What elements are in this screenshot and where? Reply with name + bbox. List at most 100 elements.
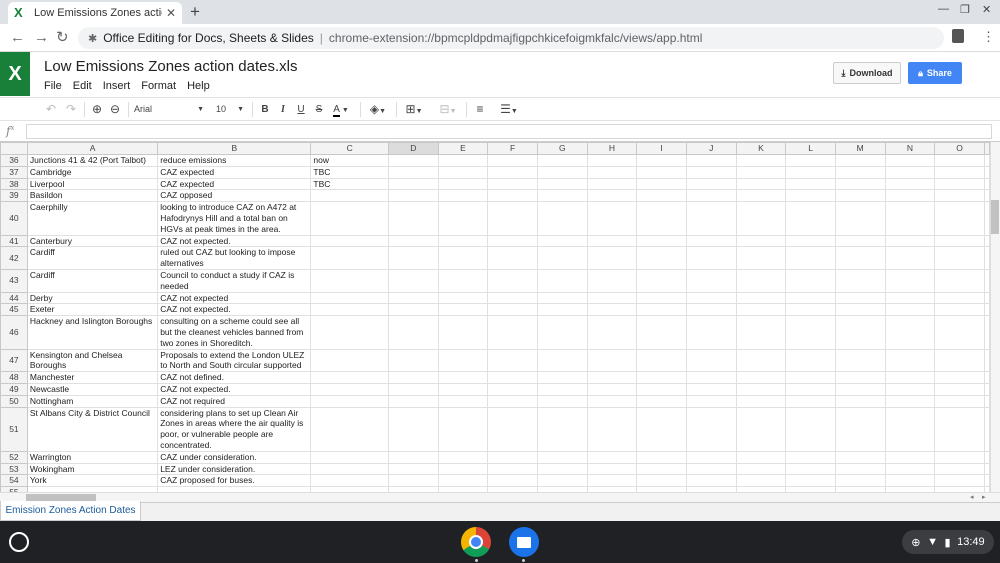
row-header[interactable]: 42 [0, 246, 28, 270]
empty-cell[interactable] [834, 234, 886, 248]
cell-c[interactable] [310, 315, 389, 350]
column-header-i[interactable]: I [636, 142, 687, 155]
empty-cell[interactable] [834, 450, 886, 464]
empty-cell[interactable] [984, 234, 990, 248]
empty-cell[interactable] [685, 406, 737, 452]
empty-cell[interactable] [487, 268, 538, 293]
empty-cell[interactable] [586, 450, 638, 464]
empty-cell[interactable] [387, 303, 439, 317]
empty-cell[interactable] [437, 371, 489, 384]
cell-c[interactable]: TBC [310, 177, 389, 191]
empty-cell[interactable] [586, 291, 638, 305]
empty-cell[interactable] [437, 291, 489, 305]
empty-cell[interactable] [487, 154, 538, 167]
empty-cell[interactable] [984, 246, 990, 270]
empty-cell[interactable] [636, 406, 687, 452]
empty-cell[interactable] [387, 474, 439, 488]
empty-cell[interactable] [536, 246, 588, 270]
empty-cell[interactable] [487, 371, 538, 384]
download-button[interactable]: ⤓ Download [833, 62, 901, 84]
empty-cell[interactable] [636, 154, 687, 167]
empty-cell[interactable] [735, 189, 787, 203]
status-tray[interactable]: ⊕ ▼ ▮ 13:49 [902, 530, 994, 554]
column-header-g[interactable]: G [536, 142, 588, 155]
row-header[interactable]: 40 [0, 201, 28, 236]
empty-cell[interactable] [636, 268, 687, 293]
cell-c[interactable] [310, 303, 389, 317]
column-header-d[interactable]: D [387, 142, 439, 155]
cell-b[interactable]: Council to conduct a study if CAZ is nee… [157, 268, 312, 293]
document-title[interactable]: Low Emissions Zones action dates.xls [44, 58, 297, 75]
empty-cell[interactable] [636, 291, 687, 305]
row-header[interactable]: 48 [0, 371, 28, 384]
cell-a[interactable]: Kensington and Chelsea Boroughs [26, 348, 159, 373]
cell-b[interactable]: CAZ expected [157, 165, 312, 179]
cell-a[interactable]: York [26, 474, 159, 488]
empty-cell[interactable] [586, 303, 638, 317]
cell-b[interactable]: CAZ not required [157, 394, 312, 408]
empty-cell[interactable] [636, 315, 687, 350]
font-name-select[interactable]: Arial ▼ [134, 101, 206, 118]
cell-b[interactable]: CAZ opposed [157, 189, 312, 203]
row-header[interactable]: 38 [0, 177, 28, 191]
empty-cell[interactable] [934, 474, 985, 488]
empty-cell[interactable] [735, 450, 787, 464]
empty-cell[interactable] [834, 394, 886, 408]
empty-cell[interactable] [636, 450, 687, 464]
empty-cell[interactable] [636, 371, 687, 384]
empty-cell[interactable] [834, 291, 886, 305]
empty-cell[interactable] [487, 450, 538, 464]
empty-cell[interactable] [884, 315, 936, 350]
empty-cell[interactable] [785, 348, 836, 373]
cell-b[interactable]: CAZ not expected. [157, 303, 312, 317]
empty-cell[interactable] [387, 462, 439, 476]
cell-b[interactable]: CAZ under consideration. [157, 450, 312, 464]
empty-cell[interactable] [834, 371, 886, 384]
empty-cell[interactable] [984, 382, 990, 396]
empty-cell[interactable] [984, 165, 990, 179]
empty-cell[interactable] [487, 246, 538, 270]
empty-cell[interactable] [387, 348, 439, 373]
empty-cell[interactable] [785, 165, 836, 179]
cell-a[interactable]: Cardiff [26, 268, 159, 293]
cell-b[interactable]: consulting on a scheme could see all but… [157, 315, 312, 350]
empty-cell[interactable] [586, 315, 638, 350]
empty-cell[interactable] [536, 303, 588, 317]
menu-edit[interactable]: Edit [73, 80, 92, 92]
empty-cell[interactable] [487, 462, 538, 476]
empty-cell[interactable] [387, 291, 439, 305]
tab-close-icon[interactable]: ✕ [166, 6, 176, 20]
cell-b[interactable]: CAZ not expected [157, 291, 312, 305]
empty-cell[interactable] [437, 189, 489, 203]
empty-cell[interactable] [586, 234, 638, 248]
empty-cell[interactable] [536, 165, 588, 179]
scroll-right-icon[interactable]: ▸ [982, 493, 986, 501]
empty-cell[interactable] [785, 234, 836, 248]
empty-cell[interactable] [586, 201, 638, 236]
empty-cell[interactable] [834, 348, 886, 373]
empty-cell[interactable] [536, 291, 588, 305]
empty-cell[interactable] [586, 462, 638, 476]
cell-b[interactable]: considering plans to set up Clean Air Zo… [157, 406, 312, 452]
empty-cell[interactable] [437, 165, 489, 179]
menu-file[interactable]: File [44, 80, 62, 92]
empty-cell[interactable] [834, 406, 886, 452]
empty-cell[interactable] [785, 303, 836, 317]
empty-cell[interactable] [735, 474, 787, 488]
empty-cell[interactable] [437, 177, 489, 191]
empty-cell[interactable] [536, 234, 588, 248]
fill-color-icon[interactable]: ◈▼ [366, 101, 390, 118]
empty-cell[interactable] [785, 177, 836, 191]
empty-cell[interactable] [884, 189, 936, 203]
merge-cells-icon[interactable]: ⊟▼ [434, 101, 462, 118]
empty-cell[interactable] [586, 348, 638, 373]
empty-cell[interactable] [387, 382, 439, 396]
files-app-icon[interactable] [509, 527, 539, 557]
cell-b[interactable]: CAZ not defined. [157, 371, 312, 384]
empty-cell[interactable] [536, 201, 588, 236]
browser-menu-icon[interactable]: ⋮ [982, 29, 995, 45]
empty-cell[interactable] [785, 189, 836, 203]
empty-cell[interactable] [834, 165, 886, 179]
cell-c[interactable] [310, 450, 389, 464]
empty-cell[interactable] [934, 406, 985, 452]
